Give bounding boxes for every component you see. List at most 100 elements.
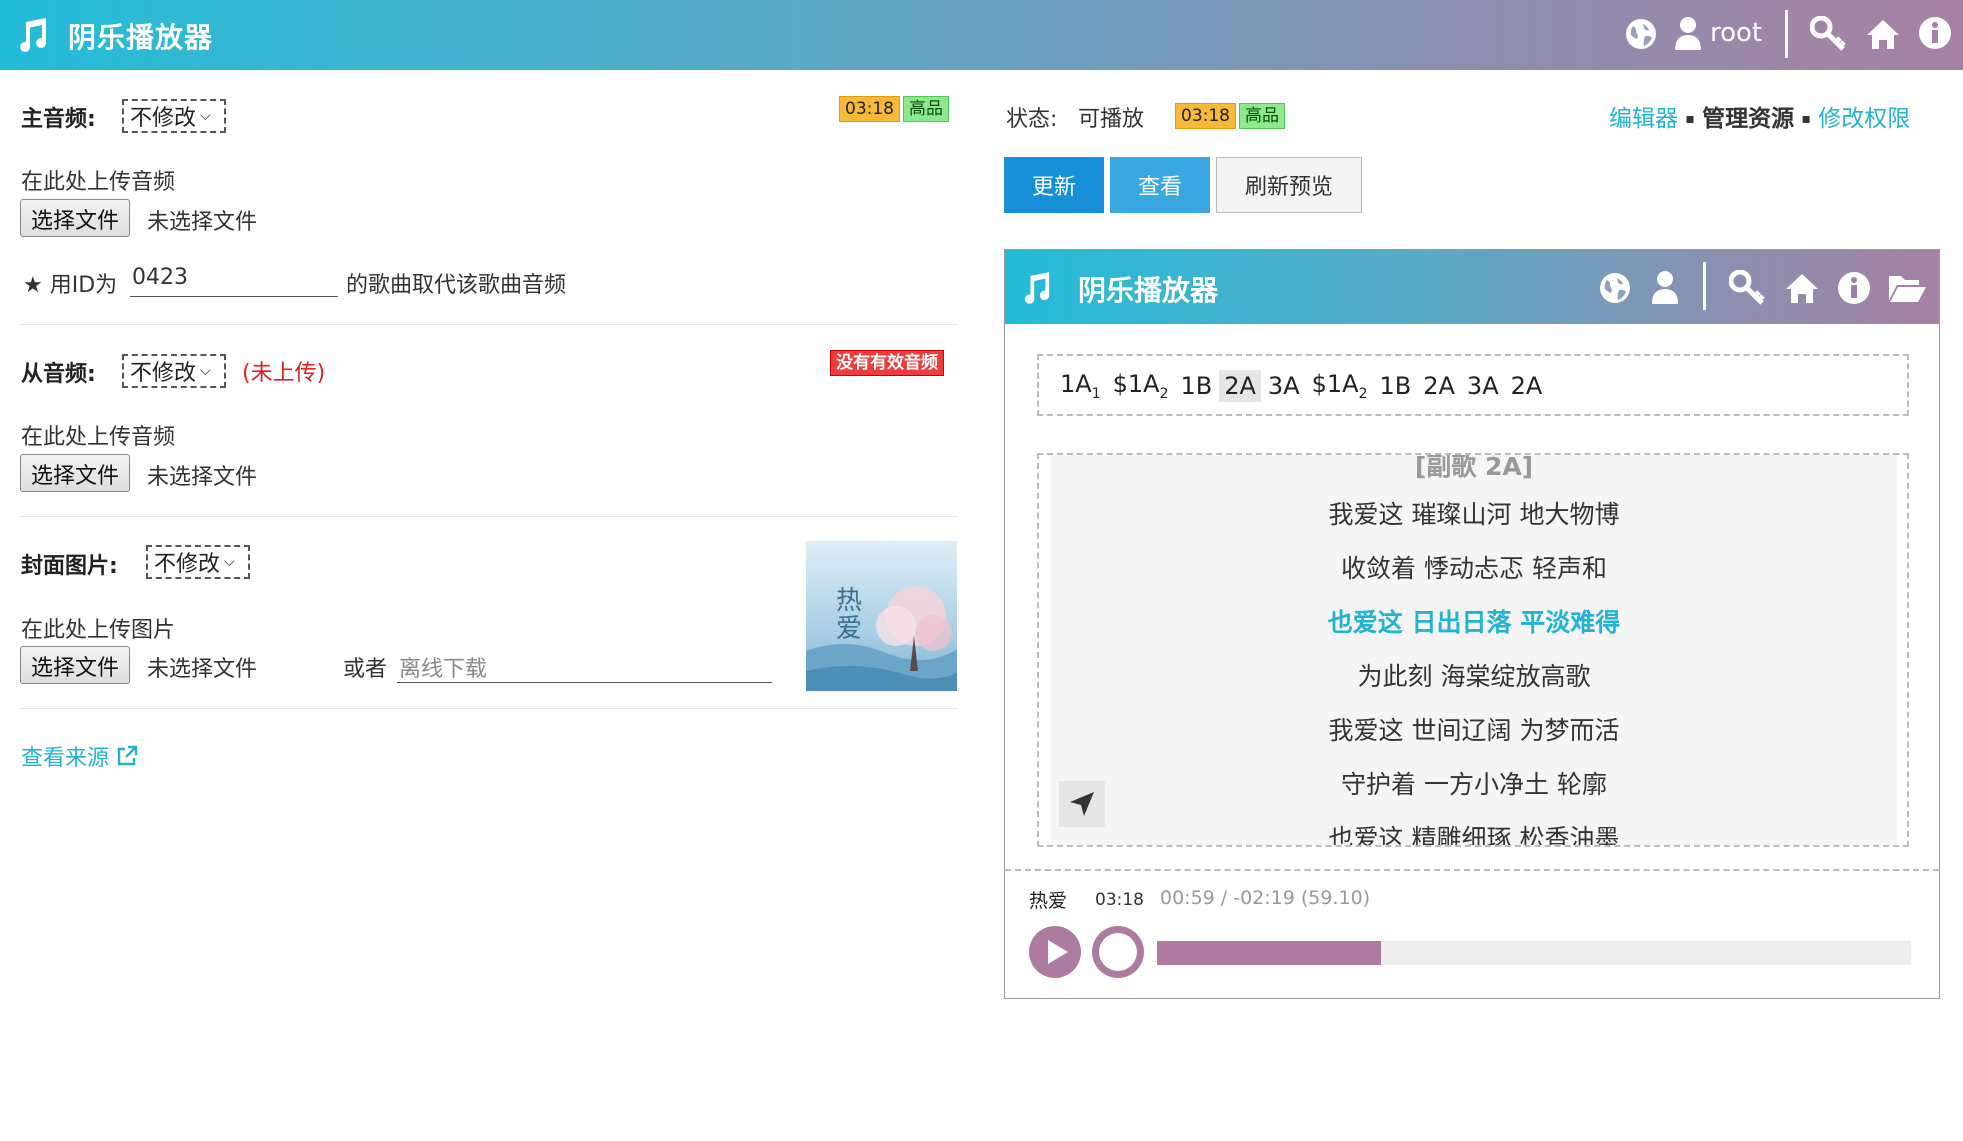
view-source-link[interactable]: 查看来源: [21, 740, 138, 772]
status-quality-badge: 高品: [1239, 103, 1285, 129]
svg-text:热: 热: [836, 586, 862, 616]
app-title: 阴乐播放器: [68, 21, 214, 54]
external-link-icon: [117, 745, 138, 766]
section-chip[interactable]: 2A: [1418, 370, 1460, 402]
cover-select[interactable]: 不修改 ⌵: [146, 545, 250, 579]
editor-link[interactable]: 编辑器: [1609, 106, 1678, 132]
section-chip-subscript: 2: [1159, 385, 1169, 402]
globe-icon[interactable]: [1625, 18, 1657, 50]
player-header: 阴乐播放器: [1005, 250, 1939, 324]
main-audio-quality-badge: 高品: [903, 96, 949, 122]
section-chip[interactable]: $1A2: [1108, 368, 1174, 404]
main-audio-select-value: 不修改: [130, 106, 197, 131]
playback-time: 00:59 / -02:19 (59.10): [1160, 887, 1371, 909]
main-audio-duration-badge: 03:18: [839, 96, 900, 122]
link-separator: ▪: [1685, 111, 1695, 127]
cover-upload-label: 在此处上传图片: [21, 618, 176, 643]
player-divider: [1005, 869, 1939, 871]
section-chip[interactable]: 3A: [1263, 370, 1305, 402]
section-chip[interactable]: 1A1: [1055, 368, 1106, 404]
home-icon[interactable]: [1866, 18, 1900, 50]
main-audio-file-status: 未选择文件: [147, 210, 258, 235]
divider: [20, 324, 958, 325]
song-name: 热爱: [1029, 890, 1068, 912]
replace-prefix: ★ 用ID为: [23, 273, 118, 298]
divider: [20, 708, 958, 709]
key-icon[interactable]: [1729, 270, 1765, 306]
chevron-down-icon: ⌵: [224, 554, 235, 570]
manage-resources-link[interactable]: 管理资源: [1702, 106, 1794, 132]
link-separator: ▪: [1801, 111, 1811, 127]
section-chip-label: 3A: [1466, 372, 1499, 400]
progress-fill: [1157, 941, 1381, 965]
offline-download-input[interactable]: 离线下载: [397, 651, 772, 683]
replace-id-input[interactable]: 0423: [130, 265, 338, 297]
play-button[interactable]: [1029, 926, 1081, 978]
cover-file-button[interactable]: 选择文件: [20, 646, 131, 684]
user-icon[interactable]: [1674, 16, 1702, 50]
sub-audio-file-status: 未选择文件: [147, 465, 258, 490]
cover-select-value: 不修改: [154, 552, 221, 577]
section-chip[interactable]: 1B: [1375, 370, 1417, 402]
user-icon[interactable]: [1651, 270, 1679, 304]
locate-button[interactable]: [1059, 781, 1105, 827]
lyric-line[interactable]: 我爱这 璀璨山河 地大物博: [1051, 495, 1897, 531]
song-duration: 03:18: [1095, 890, 1144, 910]
lyric-section-header: [副歌 2A]: [1414, 453, 1534, 481]
progress-track[interactable]: [1157, 941, 1911, 965]
lyric-line[interactable]: 也爱这 日出日落 平淡难得: [1051, 603, 1897, 639]
section-chip-label: $1A: [1112, 370, 1160, 399]
main-audio-label: 主音频:: [21, 107, 96, 132]
toolbar-divider: [1785, 10, 1788, 58]
main-audio-upload-label: 在此处上传音频: [21, 170, 176, 195]
info-icon[interactable]: [1837, 271, 1871, 305]
record-button[interactable]: [1092, 926, 1144, 978]
toolbar-divider: [1703, 262, 1706, 310]
sub-audio-select-value: 不修改: [130, 361, 197, 386]
info-icon[interactable]: [1918, 16, 1952, 50]
lyric-line[interactable]: 守护着 一方小净土 轮廓: [1051, 765, 1897, 801]
refresh-preview-button[interactable]: 刷新预览: [1216, 157, 1362, 213]
folder-open-icon[interactable]: [1887, 272, 1927, 304]
chevron-down-icon: ⌵: [200, 108, 211, 124]
view-button[interactable]: 查看: [1110, 157, 1210, 213]
sub-audio-upload-label: 在此处上传音频: [21, 425, 176, 450]
username[interactable]: root: [1710, 18, 1762, 48]
sub-audio-status: (未上传): [242, 361, 326, 386]
cover-file-status: 未选择文件: [147, 657, 258, 682]
section-chip[interactable]: 3A: [1462, 370, 1504, 402]
update-button[interactable]: 更新: [1004, 157, 1104, 213]
section-chip-subscript: 1: [1091, 385, 1101, 402]
section-chip-label: 2A: [1510, 372, 1543, 400]
cover-image: 热 爱: [806, 541, 957, 691]
section-chip[interactable]: $1A2: [1307, 368, 1373, 404]
sub-audio-label: 从音频:: [21, 362, 96, 387]
divider: [20, 516, 958, 517]
globe-icon[interactable]: [1599, 272, 1631, 304]
section-chip[interactable]: 2A: [1219, 370, 1261, 402]
lyric-line[interactable]: 我爱这 世间辽阔 为梦而活: [1051, 711, 1897, 747]
lyric-line[interactable]: 也爱这 精雕细琢 松香油墨: [1051, 819, 1897, 845]
player-title: 阴乐播放器: [1078, 274, 1219, 307]
music-note-icon: [20, 18, 47, 52]
section-chip-label: 3A: [1267, 372, 1300, 400]
lyric-line[interactable]: 收敛着 悸动忐忑 轻声和: [1051, 549, 1897, 585]
section-chip-label: 1B: [1379, 372, 1412, 400]
section-bar: 1A1 $1A2 1B 2A 3A $1A2 1B 2A 3A 2A: [1037, 354, 1909, 416]
key-icon[interactable]: [1810, 16, 1846, 52]
sub-audio-file-button[interactable]: 选择文件: [20, 454, 131, 492]
section-chip-label: 2A: [1423, 372, 1455, 400]
lyric-line[interactable]: 为此刻 海棠绽放高歌: [1051, 657, 1897, 693]
section-chip[interactable]: 2A: [1506, 370, 1548, 402]
cover-label: 封面图片:: [21, 554, 118, 579]
replace-suffix: 的歌曲取代该歌曲音频: [346, 273, 567, 298]
sub-audio-select[interactable]: 不修改 ⌵: [122, 354, 226, 388]
sub-audio-error-badge: 没有有效音频: [830, 350, 944, 376]
permissions-link[interactable]: 修改权限: [1818, 106, 1910, 132]
section-chip-label: 1B: [1180, 372, 1213, 400]
main-audio-file-button[interactable]: 选择文件: [20, 199, 131, 237]
section-chip[interactable]: 1B: [1176, 370, 1218, 402]
home-icon[interactable]: [1785, 272, 1819, 304]
svg-text:爱: 爱: [836, 614, 862, 644]
main-audio-select[interactable]: 不修改 ⌵: [122, 99, 226, 133]
